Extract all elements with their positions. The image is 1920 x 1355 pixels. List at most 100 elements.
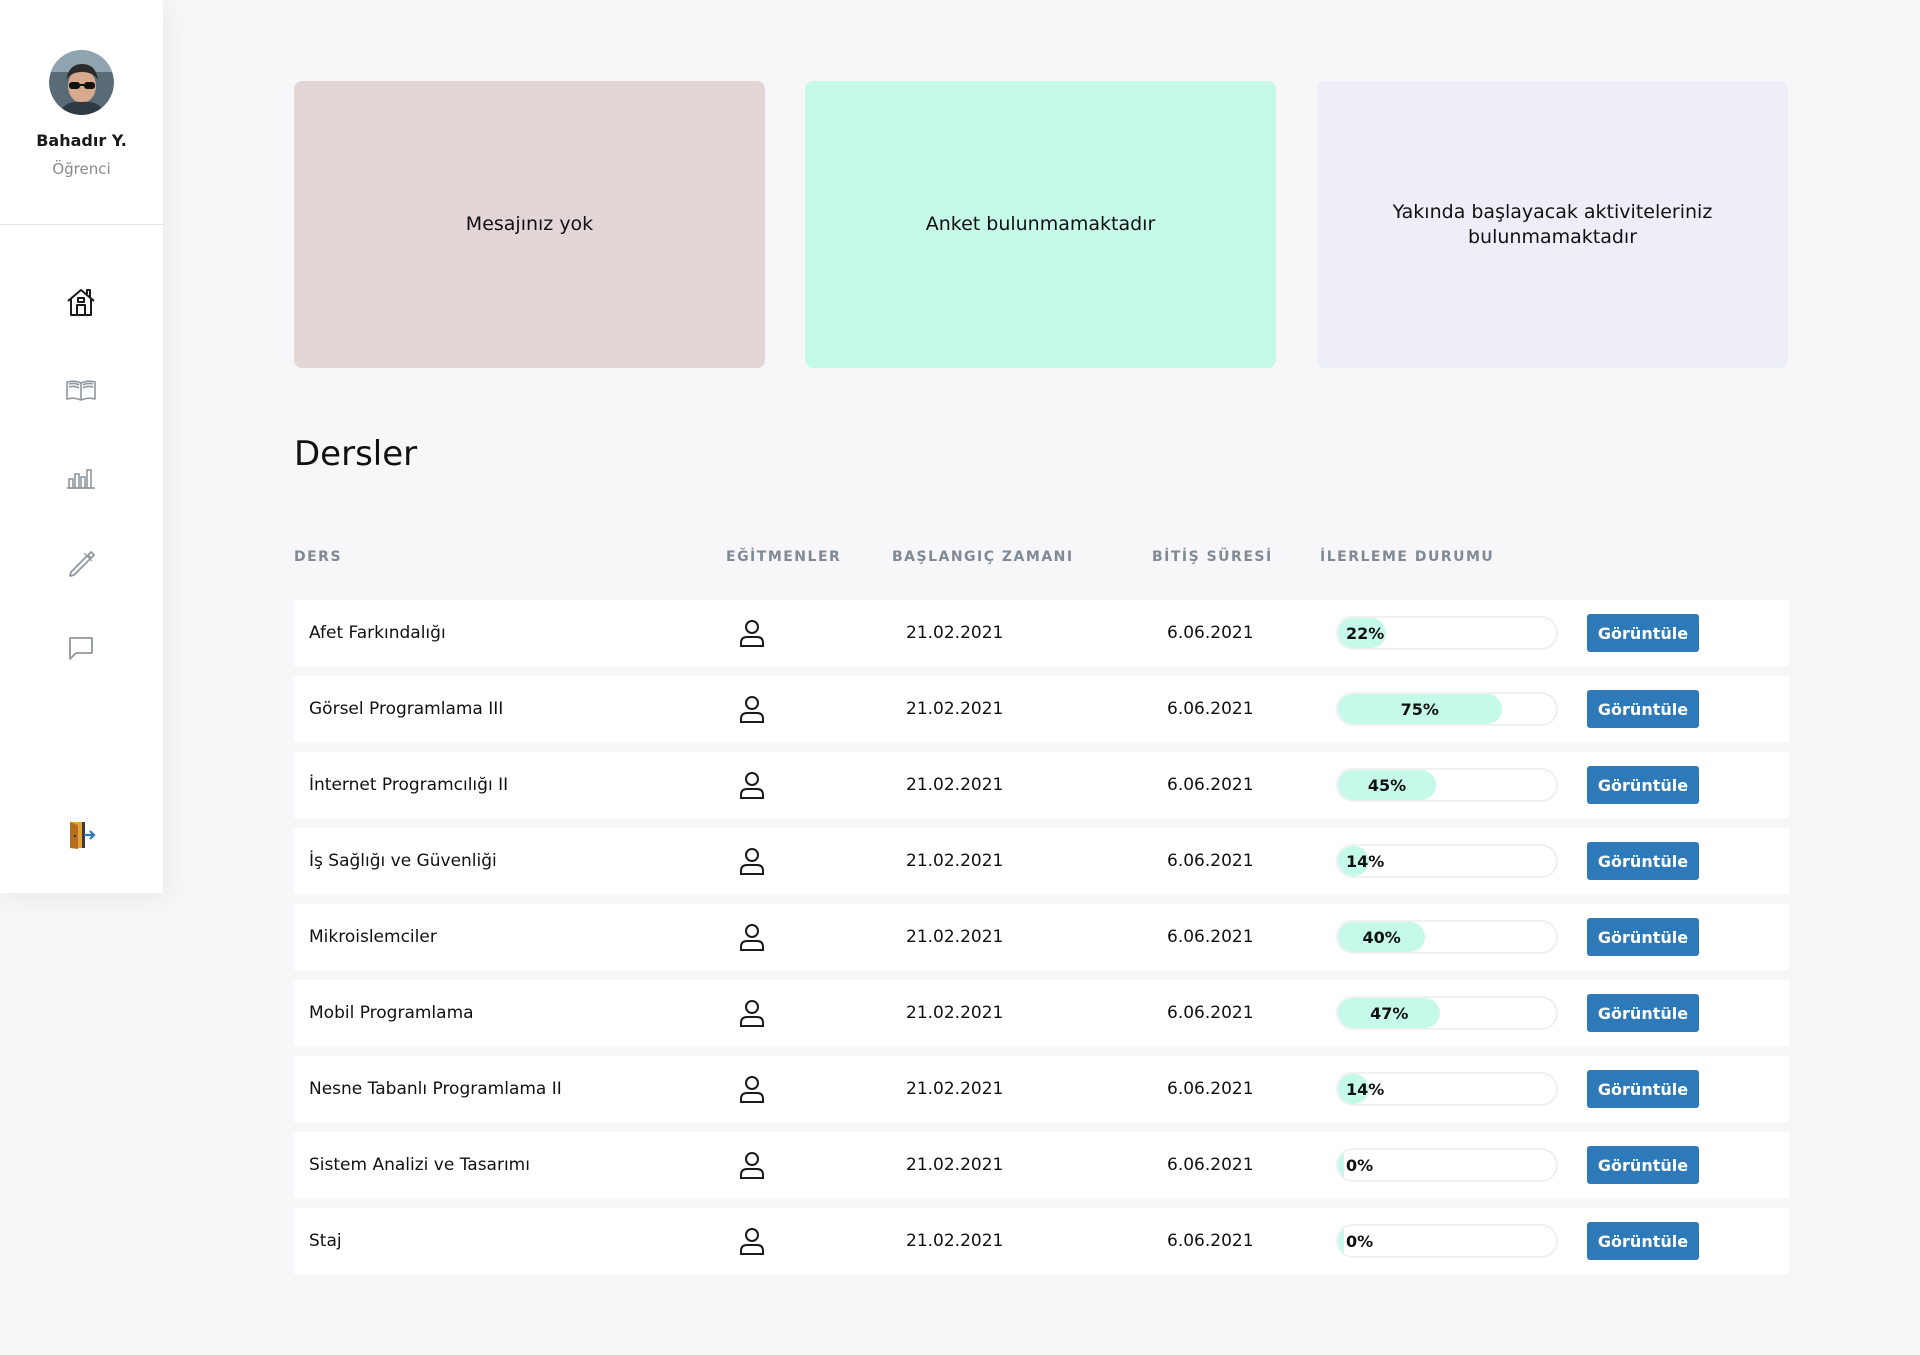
course-name: İnternet Programcılığı II	[309, 775, 509, 795]
user-icon	[740, 924, 764, 951]
start-date: 21.02.2021	[906, 1155, 1004, 1175]
messages-card[interactable]: Mesajınız yok	[294, 81, 765, 368]
view-button[interactable]: Görüntüle	[1587, 690, 1699, 728]
progress-label: 40%	[1362, 927, 1401, 947]
progress-cell: 45%	[1336, 752, 1558, 818]
table-row: Mikroislemciler 21.02.2021 6.06.2021 40%…	[294, 904, 1789, 970]
activities-card[interactable]: Yakında başlayacak aktiviteleriniz bulun…	[1317, 81, 1788, 368]
chat-icon	[69, 637, 93, 660]
nav-courses[interactable]	[60, 369, 102, 411]
logout-icon	[70, 822, 96, 849]
course-name: Mobil Programlama	[309, 1003, 474, 1023]
user-icon	[740, 1152, 764, 1179]
progress-cell: 40%	[1336, 904, 1558, 970]
start-date: 21.02.2021	[906, 775, 1004, 795]
progress-label: 75%	[1400, 699, 1439, 719]
chart-icon	[67, 469, 95, 489]
action-cell: Görüntüle	[1587, 676, 1699, 742]
table-row: Sistem Analizi ve Tasarımı 21.02.2021 6.…	[294, 1132, 1789, 1198]
table-row: Afet Farkındalığı 21.02.2021 6.06.2021 2…	[294, 600, 1789, 666]
progress-bar: 0%	[1336, 1148, 1558, 1182]
progress-label: 47%	[1370, 1003, 1409, 1023]
course-name: İş Sağlığı ve Güvenliği	[309, 851, 497, 871]
view-button[interactable]: Görüntüle	[1587, 766, 1699, 804]
start-date: 21.02.2021	[906, 699, 1004, 719]
action-cell: Görüntüle	[1587, 600, 1699, 666]
view-button[interactable]: Görüntüle	[1587, 994, 1699, 1032]
view-button[interactable]: Görüntüle	[1587, 1070, 1699, 1108]
table-row: Staj 21.02.2021 6.06.2021 0% Görüntüle	[294, 1208, 1789, 1274]
course-name: Mikroislemciler	[309, 927, 437, 947]
instructors-cell[interactable]	[738, 980, 766, 1046]
action-cell: Görüntüle	[1587, 980, 1699, 1046]
instructors-cell[interactable]	[738, 752, 766, 818]
view-button[interactable]: Görüntüle	[1587, 918, 1699, 956]
course-name: Sistem Analizi ve Tasarımı	[309, 1155, 530, 1175]
messages-card-text: Mesajınız yok	[465, 213, 594, 236]
progress-label: 0%	[1346, 1231, 1374, 1251]
progress-label: 14%	[1346, 1079, 1385, 1099]
pen-icon	[69, 551, 95, 577]
view-button[interactable]: Görüntüle	[1587, 842, 1699, 880]
user-name: Bahadır Y.	[36, 131, 127, 150]
action-cell: Görüntüle	[1587, 1132, 1699, 1198]
course-name: Nesne Tabanlı Programlama II	[309, 1079, 562, 1099]
nav-assignments[interactable]	[60, 541, 102, 583]
progress-cell: 14%	[1336, 1056, 1558, 1122]
action-cell: Görüntüle	[1587, 1208, 1699, 1274]
progress-label: 45%	[1367, 775, 1407, 795]
instructors-cell[interactable]	[738, 1056, 766, 1122]
action-cell: Görüntüle	[1587, 752, 1699, 818]
column-header-instructors: EĞİTMENLER	[726, 549, 842, 565]
view-button[interactable]: Görüntüle	[1587, 614, 1699, 652]
progress-label: 0%	[1346, 1155, 1374, 1175]
course-name: Afet Farkındalığı	[309, 623, 446, 643]
table-row: Nesne Tabanlı Programlama II 21.02.2021 …	[294, 1056, 1789, 1122]
progress-cell: 75%	[1336, 676, 1558, 742]
view-button[interactable]: Görüntüle	[1587, 1222, 1699, 1260]
avatar[interactable]	[49, 50, 114, 115]
survey-card[interactable]: Anket bulunmamaktadır	[805, 81, 1276, 368]
start-date: 21.02.2021	[906, 927, 1004, 947]
progress-cell: 14%	[1336, 828, 1558, 894]
instructors-cell[interactable]	[738, 904, 766, 970]
nav-home[interactable]	[60, 281, 102, 323]
progress-bar: 22%	[1336, 616, 1558, 650]
instructors-cell[interactable]	[738, 600, 766, 666]
user-icon	[740, 1076, 764, 1103]
column-header-end: BİTİŞ SÜRESİ	[1152, 549, 1273, 565]
column-header-course: DERS	[294, 549, 343, 565]
profile-section: Bahadır Y. Öğrenci	[0, 0, 163, 225]
user-icon	[740, 772, 764, 799]
table-row: İnternet Programcılığı II 21.02.2021 6.0…	[294, 752, 1789, 818]
table-row: İş Sağlığı ve Güvenliği 21.02.2021 6.06.…	[294, 828, 1789, 894]
instructors-cell[interactable]	[738, 676, 766, 742]
end-date: 6.06.2021	[1167, 927, 1254, 947]
end-date: 6.06.2021	[1167, 623, 1254, 643]
column-header-start: BAŞLANGIÇ ZAMANI	[892, 549, 1074, 565]
instructors-cell[interactable]	[738, 1132, 766, 1198]
nav-messages[interactable]	[60, 627, 102, 669]
column-header-progress: İLERLEME DURUMU	[1320, 549, 1495, 565]
action-cell: Görüntüle	[1587, 828, 1699, 894]
view-button[interactable]: Görüntüle	[1587, 1146, 1699, 1184]
table-row: Mobil Programlama 21.02.2021 6.06.2021 4…	[294, 980, 1789, 1046]
progress-bar: 14%	[1336, 1072, 1558, 1106]
progress-bar: 0%	[1336, 1224, 1558, 1258]
start-date: 21.02.2021	[906, 1079, 1004, 1099]
user-icon	[740, 696, 764, 723]
activities-card-text: Yakında başlayacak aktiviteleriniz bulun…	[1392, 200, 1713, 248]
action-cell: Görüntüle	[1587, 1056, 1699, 1122]
survey-card-text: Anket bulunmamaktadır	[925, 213, 1156, 236]
progress-bar: 40%	[1336, 920, 1558, 954]
nav-stats[interactable]	[60, 455, 102, 497]
end-date: 6.06.2021	[1167, 1155, 1254, 1175]
end-date: 6.06.2021	[1167, 775, 1254, 795]
progress-cell: 47%	[1336, 980, 1558, 1046]
instructors-cell[interactable]	[738, 1208, 766, 1274]
start-date: 21.02.2021	[906, 851, 1004, 871]
progress-cell: 22%	[1336, 600, 1558, 666]
instructors-cell[interactable]	[738, 828, 766, 894]
nav-logout[interactable]	[60, 814, 102, 856]
start-date: 21.02.2021	[906, 1231, 1004, 1251]
